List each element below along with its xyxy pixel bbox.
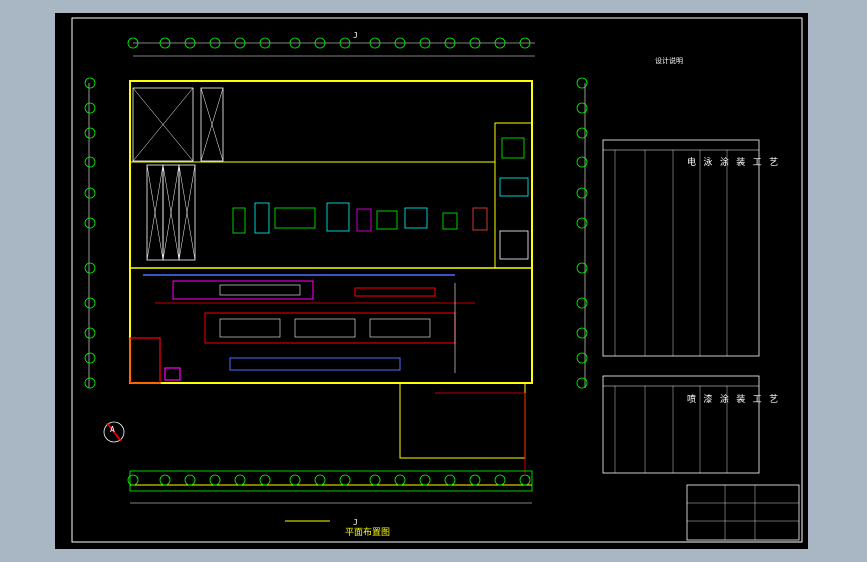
grid-bubble-bottom — [289, 474, 301, 486]
grid-bubble-left — [84, 187, 96, 199]
grid-bubble-bottom — [419, 474, 431, 486]
grid-bubble-right — [576, 262, 588, 274]
grid-bubble-right — [576, 327, 588, 339]
grid-top-label: J — [353, 31, 358, 40]
grid-bubble-right — [576, 102, 588, 114]
cad-viewport[interactable]: 设计说明 电 泳 涂 装 工 艺 喷 漆 涂 装 工 艺 平面布置图 J J A — [0, 0, 867, 562]
grid-bubble-bottom — [444, 474, 456, 486]
cad-drawing-canvas — [71, 17, 803, 543]
grid-bubble-left — [84, 156, 96, 168]
grid-bubble-left — [84, 217, 96, 229]
grid-bubble-bottom — [494, 474, 506, 486]
grid-bubble-left — [84, 377, 96, 389]
grid-bubble-right — [576, 77, 588, 89]
grid-bottom-label: J — [353, 518, 358, 527]
bottom-dimension-bar — [129, 470, 533, 492]
grid-bubble-left — [84, 352, 96, 364]
grid-bubble-bottom — [234, 474, 246, 486]
grid-bubble-left — [84, 77, 96, 89]
grid-bubble-bottom — [127, 474, 139, 486]
grid-bubble-bottom — [314, 474, 326, 486]
grid-bubble-bottom — [519, 474, 531, 486]
process-table-2 — [602, 375, 760, 474]
process-table-1 — [602, 139, 760, 357]
section-symbol-label: A — [110, 425, 115, 434]
grid-bubble-bottom — [369, 474, 381, 486]
grid-bubble-bottom — [159, 474, 171, 486]
grid-bubble-left — [84, 297, 96, 309]
grid-bubble-right — [576, 377, 588, 389]
paint-line-area — [129, 274, 475, 384]
drawing-border — [71, 17, 803, 543]
grid-bubble-left — [84, 262, 96, 274]
equipment-row — [232, 202, 488, 234]
grid-bubble-bottom — [469, 474, 481, 486]
grid-bubble-bottom — [339, 474, 351, 486]
grid-bubble-right — [576, 297, 588, 309]
grid-bubble-right — [576, 127, 588, 139]
grid-bubble-right — [576, 187, 588, 199]
grid-bubble-bottom — [394, 474, 406, 486]
grid-bubble-right — [576, 217, 588, 229]
table1-title: 电 泳 涂 装 工 艺 — [687, 158, 780, 168]
grid-bubble-bottom — [184, 474, 196, 486]
grid-bubble-right — [576, 156, 588, 168]
notes-title: 设计说明 — [655, 57, 683, 65]
grid-bubble-right — [576, 352, 588, 364]
side-room — [494, 122, 533, 269]
table2-title: 喷 漆 涂 装 工 艺 — [687, 395, 780, 405]
grid-bubble-left — [84, 102, 96, 114]
annex-outline — [399, 383, 526, 459]
grid-bubble-left — [84, 127, 96, 139]
plan-title: 平面布置图 — [345, 528, 391, 538]
grid-bubble-bottom — [209, 474, 221, 486]
grid-bubble-bottom — [259, 474, 271, 486]
title-block — [686, 484, 800, 541]
drawing-sheet: 设计说明 电 泳 涂 装 工 艺 喷 漆 涂 装 工 艺 平面布置图 J J A — [55, 13, 808, 549]
grid-bubble-left — [84, 327, 96, 339]
